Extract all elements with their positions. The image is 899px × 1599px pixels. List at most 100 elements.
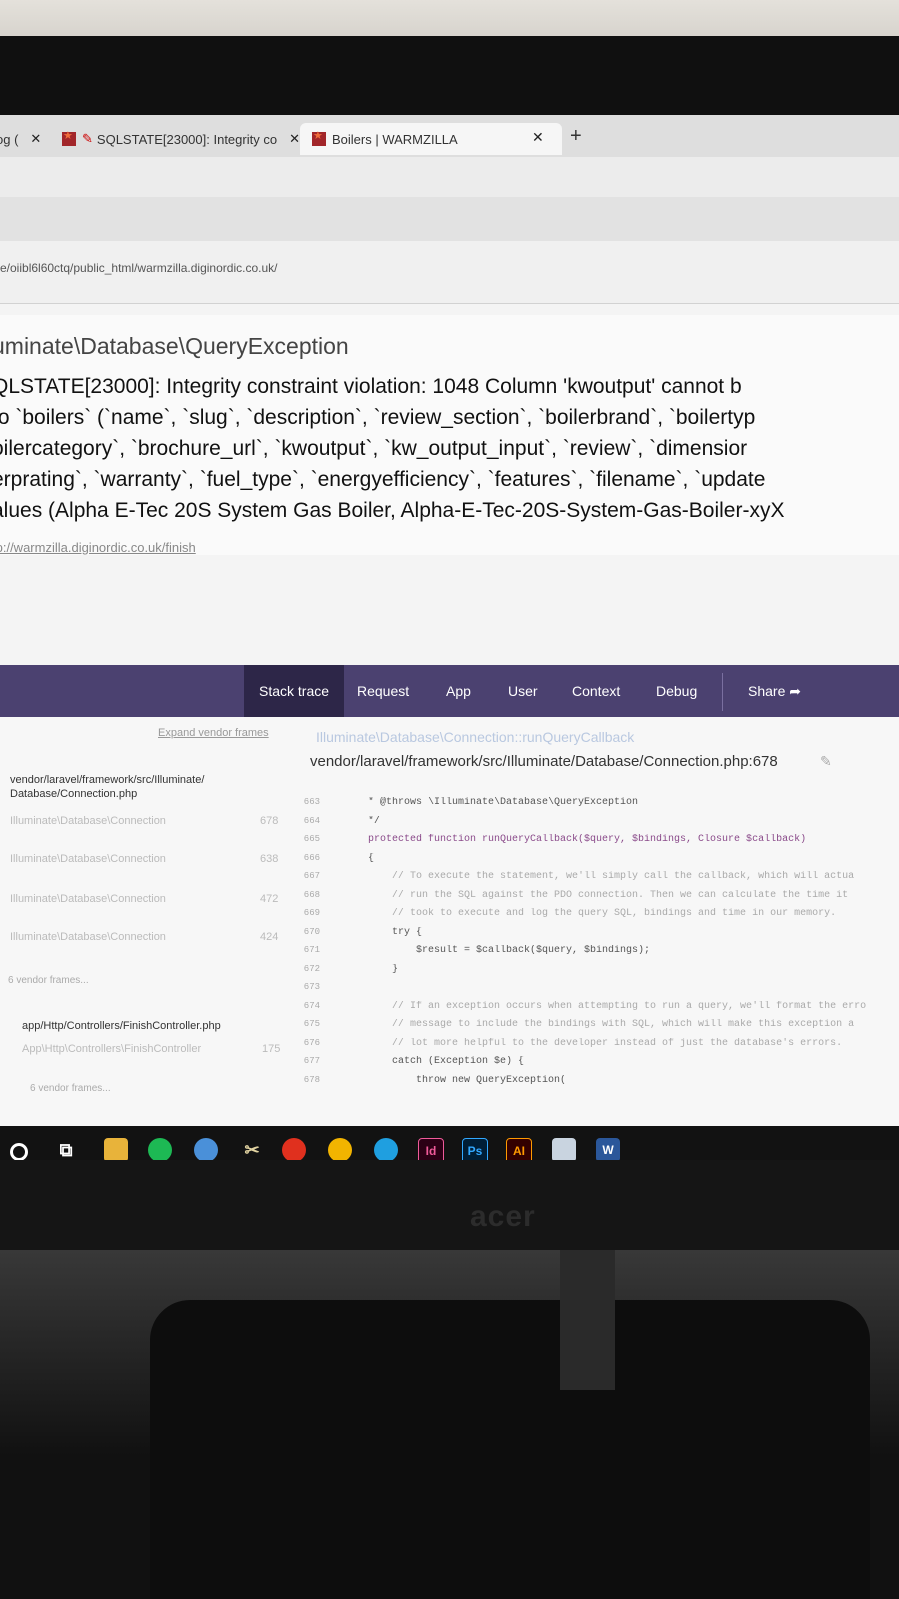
code-snippet: 663 664 665 666 667 668 669 670 671 672 … — [300, 797, 899, 1160]
expand-vendor-frames-link[interactable]: Expand vendor frames — [158, 727, 269, 739]
code-line: try { — [368, 926, 423, 938]
code-line: protected function runQueryCallback($que… — [368, 834, 807, 845]
browser-tab-bar: og ( ✕ ✎ SQLSTATE[23000]: Integrity co ✕… — [0, 115, 899, 157]
search-circle-icon[interactable] — [10, 1143, 28, 1160]
file-explorer-icon[interactable] — [104, 1138, 128, 1160]
line-number: 665 — [303, 834, 320, 844]
frame-file-path: app/Http/Controllers/FinishController.ph… — [22, 1020, 221, 1032]
line-number: 673 — [303, 982, 320, 992]
stack-frames-list: Expand vendor frames vendor/laravel/fram… — [0, 717, 300, 1160]
desk-object — [150, 1300, 870, 1599]
stack-frame-row[interactable]: Illuminate\Database\Connection 678 — [10, 815, 280, 827]
frame-label: Illuminate\Database\Connection — [10, 815, 166, 827]
exception-message-line: QLSTATE[23000]: Integrity constraint vio… — [0, 375, 742, 398]
close-icon[interactable]: ✕ — [289, 131, 300, 147]
exception-message-line: alues (Alpha E-Tec 20S System Gas Boiler… — [0, 499, 785, 522]
tab-stack-trace[interactable]: Stack trace — [244, 665, 345, 717]
line-number: 668 — [303, 889, 320, 900]
browser-toolbar — [0, 157, 899, 197]
exception-message-line: to `boilers` (`name`, `slug`, `descripti… — [0, 406, 756, 429]
frame-line-number: 678 — [260, 815, 279, 827]
app-icon[interactable] — [552, 1138, 576, 1160]
frame-label: Illuminate\Database\Connection — [10, 893, 166, 905]
nav-divider — [722, 673, 723, 711]
frame-method: Illuminate\Database\Connection::runQuery… — [316, 729, 635, 745]
illustrator-icon[interactable]: AI — [506, 1138, 532, 1160]
skype-icon[interactable] — [194, 1138, 218, 1160]
browser-tab-active[interactable]: Boilers | WARMZILLA — [300, 123, 562, 155]
browser-tab[interactable]: og ( ✕ — [0, 123, 41, 155]
exception-url-link[interactable]: tp://warmzilla.diginordic.co.uk/finish — [0, 540, 196, 555]
frame-label: Illuminate\Database\Connection — [10, 931, 166, 943]
task-view-icon[interactable]: ⧉ — [54, 1138, 78, 1160]
ignition-tab-nav: Stack trace Request App User Context Deb… — [0, 665, 899, 717]
line-number: 677 — [303, 1056, 320, 1066]
tab-request[interactable]: Request — [357, 683, 409, 699]
frame-line-number: 472 — [260, 893, 279, 905]
code-line: { — [368, 852, 375, 864]
stack-frame-row[interactable]: App\Http\Controllers\FinishController 17… — [22, 1043, 292, 1055]
code-line: // If an exception occurs when attemptin… — [368, 1000, 867, 1012]
stack-frame-row[interactable]: Illuminate\Database\Connection 638 — [10, 853, 280, 865]
spotify-icon[interactable] — [148, 1138, 172, 1160]
frame-line-number: 424 — [260, 931, 279, 943]
opera-icon[interactable] — [282, 1138, 306, 1160]
browser-tab[interactable]: ✎ SQLSTATE[23000]: Integrity co ✕ — [62, 123, 300, 155]
tab-label: og ( — [0, 131, 19, 147]
stack-frame-row[interactable]: Illuminate\Database\Connection 424 — [10, 931, 280, 943]
code-line: // run the SQL against the PDO connectio… — [368, 889, 849, 901]
monitor-stand — [560, 1250, 615, 1390]
stack-frame-row[interactable]: Illuminate\Database\Connection 472 — [10, 893, 280, 905]
line-number: 669 — [303, 908, 320, 918]
site-favicon — [62, 129, 76, 146]
tab-debug[interactable]: Debug — [656, 683, 697, 699]
vendor-frames-collapsed[interactable]: 6 vendor frames... — [8, 975, 89, 986]
close-icon[interactable]: ✕ — [532, 129, 544, 146]
photoshop-icon[interactable]: Ps — [462, 1138, 488, 1160]
monitor-bezel-bottom: acer — [0, 1160, 899, 1250]
code-line: $result = $callback($query, $bindings); — [368, 945, 651, 956]
close-icon[interactable]: ✕ — [30, 131, 41, 147]
code-lines: * @throws \Illuminate\Database\QueryExce… — [368, 797, 899, 1093]
site-favicon — [312, 129, 326, 146]
edge-icon[interactable] — [374, 1138, 398, 1160]
line-number: 674 — [303, 1000, 320, 1011]
share-label: Share — [748, 683, 786, 699]
line-number: 678 — [303, 1074, 320, 1085]
code-line: catch (Exception $e) { — [368, 1056, 525, 1067]
code-viewer: Illuminate\Database\Connection::runQuery… — [300, 717, 899, 1160]
monitor-brand-logo: acer — [470, 1200, 536, 1233]
tab-user[interactable]: User — [508, 683, 538, 699]
line-number-gutter: 663 664 665 666 667 668 669 670 671 672 … — [290, 797, 324, 1093]
share-button[interactable]: Share ➦ — [748, 683, 801, 700]
line-number: 666 — [303, 852, 320, 863]
monitor-screen: og ( ✕ ✎ SQLSTATE[23000]: Integrity co ✕… — [0, 115, 899, 1160]
code-line: // To execute the statement, we'll simpl… — [368, 871, 855, 882]
tab-context[interactable]: Context — [572, 683, 620, 699]
exception-message: QLSTATE[23000]: Integrity constraint vio… — [0, 371, 784, 526]
word-icon[interactable]: W — [596, 1138, 620, 1160]
code-line: } — [368, 963, 399, 975]
line-number: 671 — [303, 945, 320, 955]
line-number: 667 — [303, 871, 320, 881]
new-tab-button[interactable]: + — [570, 125, 582, 148]
tab-app[interactable]: App — [446, 683, 471, 699]
vendor-frames-collapsed[interactable]: 6 vendor frames... — [30, 1083, 111, 1094]
line-number: 675 — [303, 1019, 320, 1029]
frame-file-location: vendor/laravel/framework/src/Illuminate/… — [310, 753, 778, 770]
indesign-icon[interactable]: Id — [418, 1138, 444, 1160]
tab-label: SQLSTATE[23000]: Integrity co — [96, 131, 278, 147]
frame-line-number: 638 — [260, 853, 279, 865]
frame-label: App\Http\Controllers\FinishController — [22, 1043, 202, 1055]
snipping-tool-icon[interactable]: ✂ — [240, 1138, 264, 1160]
code-line: // lot more helpful to the developer ins… — [368, 1037, 843, 1049]
edit-pencil-icon[interactable]: ✎ — [820, 753, 832, 770]
chrome-icon[interactable] — [328, 1138, 352, 1160]
windows-taskbar: ⧉ ✂ Id Ps AI W — [0, 1126, 899, 1160]
exception-class: uminate\Database\QueryException — [0, 333, 349, 359]
app-path: e/oiibl6l60ctq/public_html/warmzilla.dig… — [0, 261, 278, 275]
app-path-bar: e/oiibl6l60ctq/public_html/warmzilla.dig… — [0, 241, 899, 304]
code-line: // took to execute and log the query SQL… — [368, 908, 837, 919]
line-number: 676 — [303, 1037, 320, 1048]
